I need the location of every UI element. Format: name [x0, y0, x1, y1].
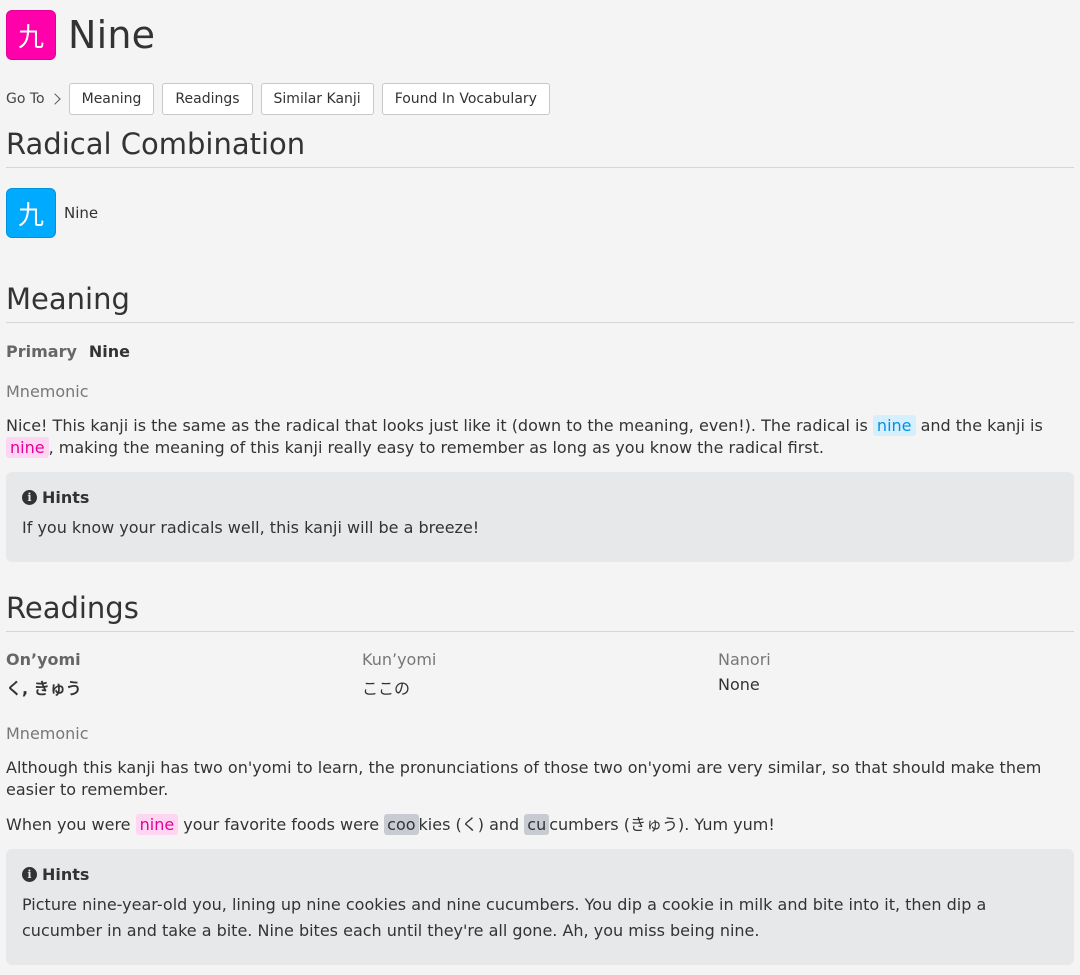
goto-nav: Go To Meaning Readings Similar Kanji Fou… — [6, 83, 558, 115]
chevron-right-icon — [48, 93, 61, 105]
hints-title: i Hints — [22, 865, 1058, 884]
kunyomi-label: Kun’yomi — [362, 650, 437, 669]
meaning-hints-box: i Hints If you know your radicals well, … — [6, 472, 1074, 562]
kanji-highlight: nine — [135, 814, 179, 835]
hints-text: If you know your radicals well, this kan… — [22, 518, 480, 537]
nanori-label: Nanori — [718, 650, 771, 669]
reading-highlight: cu — [524, 814, 550, 835]
goto-similar-kanji-button[interactable]: Similar Kanji — [260, 83, 374, 115]
kanji-highlight: nine — [6, 437, 49, 458]
reading-highlight: coo — [384, 814, 419, 835]
mnemonic-text: kies (く) and — [418, 815, 525, 834]
radical-combination-heading: Radical Combination — [6, 127, 1074, 169]
goto-found-in-vocabulary-button[interactable]: Found In Vocabulary — [381, 83, 550, 115]
primary-meaning-row: Primary Nine — [6, 342, 130, 361]
mnemonic-text: and the kanji is — [915, 416, 1043, 435]
mnemonic-text: your favorite foods were — [178, 815, 385, 834]
reading-mnemonic-label: Mnemonic — [6, 724, 89, 743]
kanji-character-tile: 九 — [6, 10, 56, 60]
page-header: 九 Nine — [6, 10, 155, 60]
kunyomi-value: ここの — [362, 679, 411, 698]
nanori-column: Nanori None — [718, 650, 771, 694]
info-icon: i — [22, 490, 37, 505]
reading-mnemonic-text: Although this kanji has two on'yomi to l… — [6, 758, 1042, 799]
radical-name: Nine — [64, 204, 99, 222]
reading-hints-box: i Hints Picture nine-year-old you, linin… — [6, 849, 1074, 965]
radical-item[interactable]: 九 Nine — [6, 188, 98, 238]
mnemonic-text: , making the meaning of this kanji reall… — [48, 438, 824, 457]
meaning-heading: Meaning — [6, 282, 1074, 324]
onyomi-column: On’yomi く, きゅう — [6, 650, 82, 699]
primary-value: Nine — [88, 342, 131, 361]
radical-highlight: nine — [872, 415, 916, 436]
primary-label: Primary — [6, 342, 77, 361]
mnemonic-text: cumbers (きゅう). Yum yum! — [549, 815, 775, 834]
onyomi-value: く, きゅう — [6, 679, 82, 698]
nanori-value: None — [718, 675, 760, 694]
reading-mnemonic-example: When you were nine your favorite foods w… — [6, 814, 1066, 836]
hints-title: i Hints — [22, 488, 1058, 507]
info-icon: i — [22, 867, 37, 882]
goto-readings-button[interactable]: Readings — [162, 83, 253, 115]
kunyomi-column: Kun’yomi ここの — [362, 650, 436, 699]
radical-character-tile[interactable]: 九 — [6, 188, 56, 238]
mnemonic-text: When you were — [6, 815, 136, 834]
readings-grid: On’yomi く, きゅう Kun’yomi ここの Nanori None — [6, 650, 1074, 700]
goto-label: Go To — [6, 91, 45, 107]
goto-meaning-button[interactable]: Meaning — [68, 83, 155, 115]
hints-title-text: Hints — [42, 865, 90, 884]
mnemonic-text: Nice! This kanji is the same as the radi… — [6, 416, 873, 435]
meaning-mnemonic-label: Mnemonic — [6, 382, 89, 401]
onyomi-label: On’yomi — [6, 650, 81, 669]
hints-title-text: Hints — [42, 488, 90, 507]
hints-text: Picture nine-year-old you, lining up nin… — [22, 895, 987, 940]
readings-heading: Readings — [6, 591, 1074, 633]
meaning-mnemonic-text: Nice! This kanji is the same as the radi… — [6, 415, 1066, 459]
page-title: Nine — [68, 13, 156, 57]
